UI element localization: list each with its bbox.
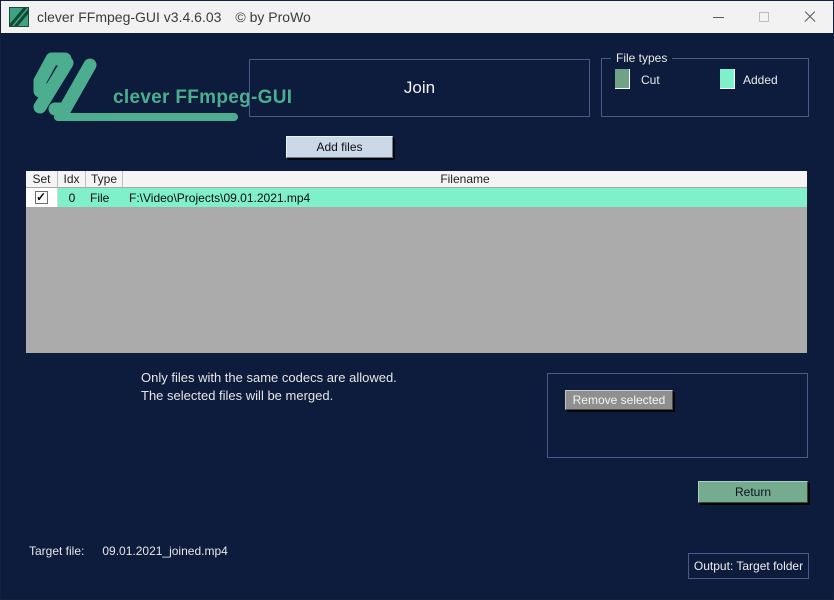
target-file-line: Target file: 09.01.2021_joined.mp4 [29,544,228,558]
file-table: Set Idx Type Filename 0 File F:\Video\Pr… [26,171,807,353]
minimize-icon [712,16,724,18]
output-target-folder-button[interactable]: Output: Target folder [688,553,809,579]
table-empty-area [26,207,807,353]
info-line-2: The selected files will be merged. [141,388,334,403]
row-type-cell: File [90,190,110,205]
target-file-value: 09.01.2021_joined.mp4 [102,544,228,558]
info-text: Only files with the same codecs are allo… [141,369,397,405]
app-logo-icon [9,7,29,27]
add-files-button[interactable]: Add files [286,136,393,158]
minimize-button[interactable] [695,1,741,33]
window-title: clever FFmpeg-GUI v3.4.6.03 [37,9,222,25]
info-line-1: Only files with the same codecs are allo… [141,370,397,385]
maximize-icon [759,12,769,22]
maximize-button [741,1,787,33]
close-button[interactable] [787,1,833,33]
close-icon [804,11,816,23]
app-window: clever FFmpeg-GUI v3.4.6.03 © by ProWo c… [0,0,834,600]
file-types-legend: File types [611,51,673,65]
logo-underline [54,113,238,121]
return-button[interactable]: Return [698,481,808,503]
added-label: Added [743,73,778,87]
row-checkbox[interactable] [35,190,48,204]
header-idx[interactable]: Idx [58,171,86,187]
row-filename-cell: F:\Video\Projects\09.01.2021.mp4 [129,190,311,205]
cut-label: Cut [641,73,660,87]
join-label: Join [403,78,436,97]
target-file-label: Target file: [29,544,85,558]
header-set[interactable]: Set [26,171,58,187]
remove-group: Remove selected [547,373,808,458]
added-color-swatch [720,69,735,89]
header-filename[interactable]: Filename [123,171,807,187]
logo-zigzag-icon [33,52,97,116]
titlebar: clever FFmpeg-GUI v3.4.6.03 © by ProWo [1,1,833,33]
header-type[interactable]: Type [86,171,123,187]
cut-color-swatch [615,69,630,89]
row-idx-cell: 0 [68,190,76,205]
table-header-row: Set Idx Type Filename [26,171,807,188]
remove-selected-button[interactable]: Remove selected [565,390,673,410]
table-row[interactable]: 0 File F:\Video\Projects\09.01.2021.mp4 [26,188,807,207]
join-panel[interactable]: Join [249,59,590,117]
file-types-group: File types Cut Added [601,51,809,117]
row-set-cell [26,188,58,207]
window-copyright: © by ProWo [235,9,311,25]
